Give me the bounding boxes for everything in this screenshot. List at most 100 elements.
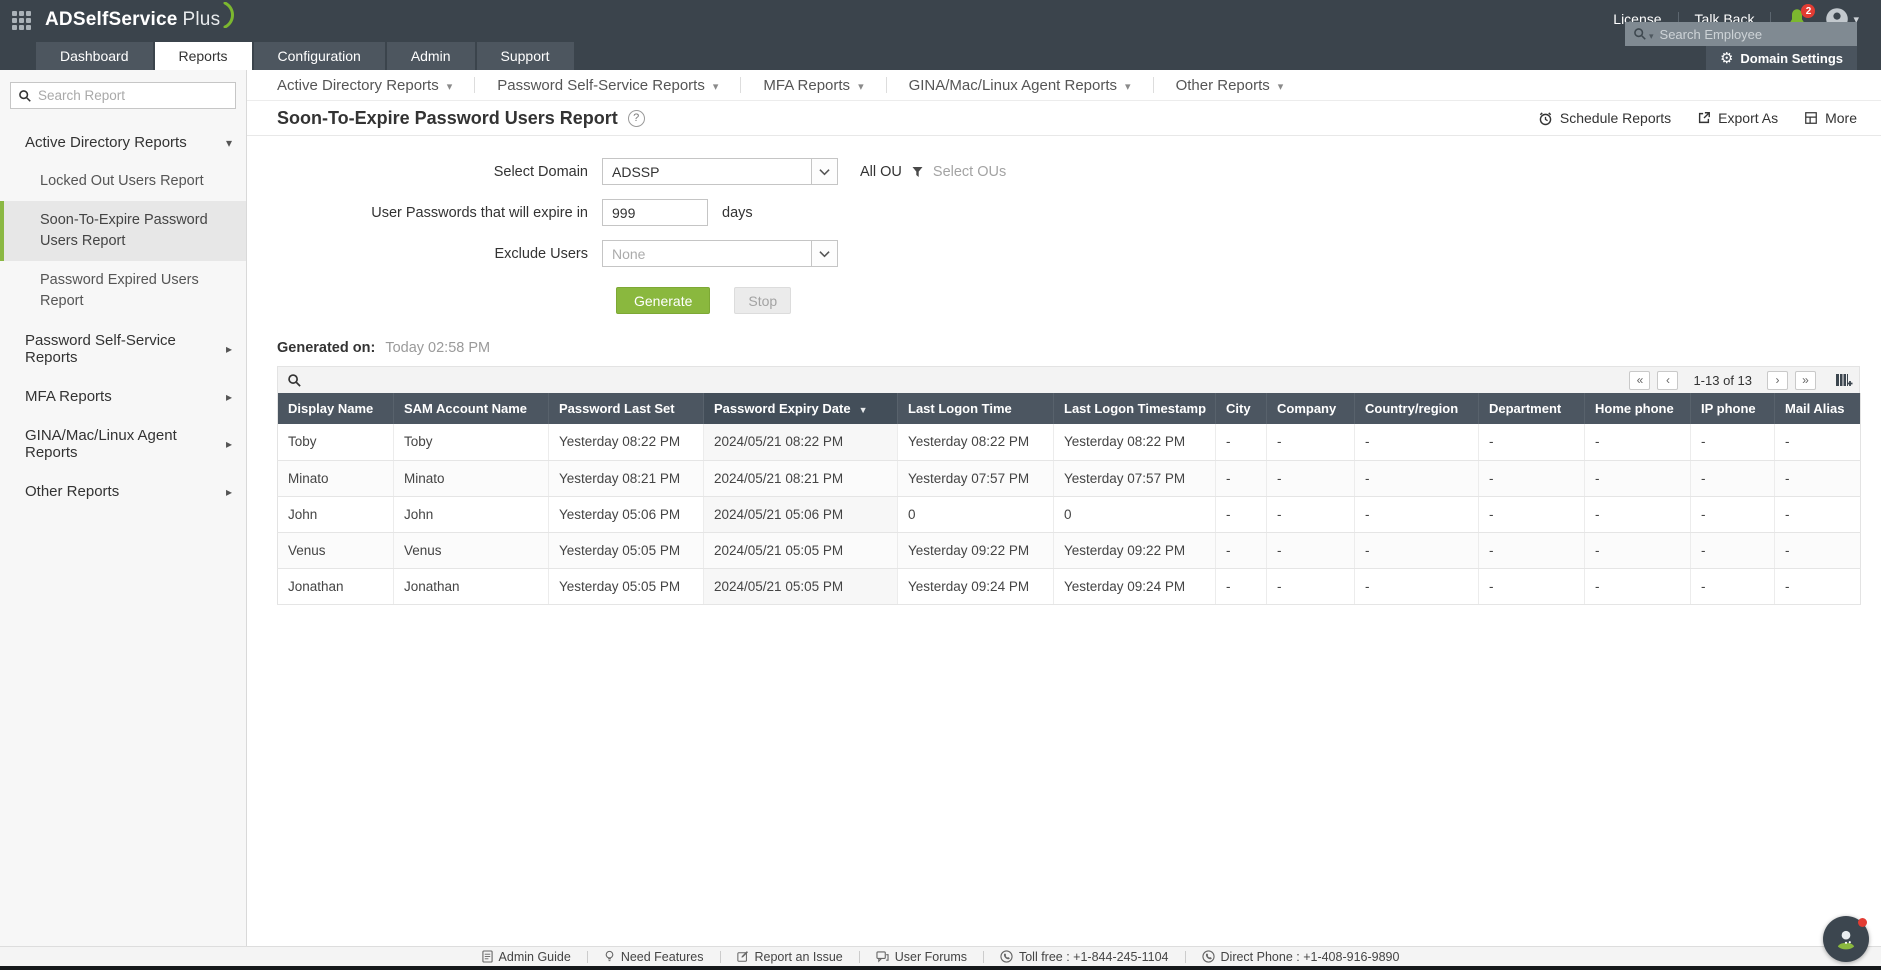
report-nav-label: Other Reports — [1176, 77, 1270, 94]
column-header-home-phone[interactable]: Home phone — [1585, 393, 1691, 424]
column-header-display-name[interactable]: Display Name — [278, 393, 394, 424]
table-cell: 2024/05/21 05:05 PM — [704, 568, 898, 604]
table-cell: Yesterday 08:22 PM — [898, 424, 1054, 460]
table-cell: - — [1216, 460, 1267, 496]
tab-support[interactable]: Support — [477, 42, 574, 70]
table-cell: - — [1267, 568, 1355, 604]
sidebar-item-password-expired-users-report[interactable]: Password Expired Users Report — [0, 261, 246, 321]
table-cell: Minato — [394, 460, 549, 496]
table-cell: - — [1479, 460, 1585, 496]
generated-on-label: Generated on: — [277, 340, 375, 356]
search-icon — [18, 89, 32, 103]
column-header-sam-account-name[interactable]: SAM Account Name — [394, 393, 549, 424]
chevron-down-icon[interactable] — [811, 159, 837, 184]
tab-dashboard[interactable]: Dashboard — [36, 42, 153, 70]
table-cell: - — [1691, 568, 1775, 604]
all-ou-label: All OU — [860, 164, 902, 180]
report-nav-gina-mac-linux-agent-reports[interactable]: GINA/Mac/Linux Agent Reports▾ — [887, 77, 1153, 94]
column-header-password-last-set[interactable]: Password Last Set — [549, 393, 704, 424]
report-search-input[interactable] — [38, 88, 228, 103]
support-chat-button[interactable] — [1823, 916, 1869, 962]
select-ous-link[interactable]: Select OUs — [933, 164, 1006, 180]
page-title: Soon-To-Expire Password Users Report — [277, 108, 618, 129]
column-header-label: Password Last Set — [559, 401, 675, 416]
footer-link-toll-free-1-844-245-1104[interactable]: Toll free : +1-844-245-1104 — [984, 950, 1185, 964]
table-row[interactable]: TobyTobyYesterday 08:22 PM2024/05/21 08:… — [278, 424, 1861, 460]
more-button[interactable]: More — [1804, 110, 1857, 126]
sidebar-item-soon-to-expire-password-users-report[interactable]: Soon-To-Expire Password Users Report — [0, 201, 246, 261]
sidebar-section-other-reports[interactable]: Other Reports▸ — [0, 472, 246, 511]
table-cell: - — [1355, 496, 1479, 532]
expire-days-label: User Passwords that will expire in — [247, 205, 602, 221]
chevron-down-icon[interactable] — [811, 241, 837, 266]
table-cell: Yesterday 05:05 PM — [549, 568, 704, 604]
table-row[interactable]: JonathanJonathanYesterday 05:05 PM2024/0… — [278, 568, 1861, 604]
stop-button[interactable]: Stop — [734, 287, 791, 314]
first-page-button[interactable]: « — [1629, 371, 1650, 390]
domain-select[interactable]: ADSSP — [602, 158, 838, 185]
report-nav-password-self-service-reports[interactable]: Password Self-Service Reports▾ — [475, 77, 740, 94]
exclude-users-value: None — [603, 241, 811, 266]
search-icon — [1633, 27, 1647, 41]
table-row[interactable]: JohnJohnYesterday 05:06 PM2024/05/21 05:… — [278, 496, 1861, 532]
column-header-last-logon-time[interactable]: Last Logon Time — [898, 393, 1054, 424]
tab-reports[interactable]: Reports — [155, 42, 252, 70]
column-header-last-logon-timestamp[interactable]: Last Logon Timestamp — [1054, 393, 1216, 424]
alarm-clock-icon — [1538, 111, 1553, 126]
more-grid-icon — [1804, 111, 1818, 125]
table-cell: - — [1479, 532, 1585, 568]
schedule-reports-button[interactable]: Schedule Reports — [1538, 110, 1671, 126]
export-as-button[interactable]: Export As — [1697, 110, 1778, 126]
sidebar-item-locked-out-users-report[interactable]: Locked Out Users Report — [0, 162, 246, 201]
add-remove-columns-icon[interactable] — [1835, 372, 1853, 388]
sidebar-section-password-self-service-reports[interactable]: Password Self-Service Reports▸ — [0, 321, 246, 377]
report-nav-mfa-reports[interactable]: MFA Reports▾ — [741, 77, 885, 94]
footer-link-label: Direct Phone : +1-408-916-9890 — [1221, 950, 1400, 964]
employee-search-input[interactable] — [1660, 27, 1849, 42]
sidebar-section-gina-mac-linux-agent-reports[interactable]: GINA/Mac/Linux Agent Reports▸ — [0, 416, 246, 472]
column-header-department[interactable]: Department — [1479, 393, 1585, 424]
tab-configuration[interactable]: Configuration — [254, 42, 385, 70]
generate-button[interactable]: Generate — [616, 287, 710, 314]
expire-days-input[interactable] — [602, 199, 708, 226]
prev-page-button[interactable]: ‹ — [1657, 371, 1678, 390]
table-cell: - — [1267, 460, 1355, 496]
app-grid-icon[interactable] — [12, 11, 31, 30]
ou-filter-icon[interactable] — [911, 166, 924, 178]
table-cell: - — [1355, 568, 1479, 604]
report-nav-active-directory-reports[interactable]: Active Directory Reports▾ — [277, 77, 474, 94]
sidebar-section-label: Other Reports — [25, 483, 119, 500]
help-icon[interactable]: ? — [628, 110, 645, 127]
footer-link-need-features[interactable]: Need Features — [588, 950, 720, 964]
report-nav-other-reports[interactable]: Other Reports▾ — [1154, 77, 1306, 94]
footer-link-direct-phone-1-408-916-9890[interactable]: Direct Phone : +1-408-916-9890 — [1186, 950, 1416, 964]
chevron-down-icon[interactable]: ▾ — [1649, 31, 1654, 42]
next-page-button[interactable]: › — [1767, 371, 1788, 390]
column-header-ip-phone[interactable]: IP phone — [1691, 393, 1775, 424]
tab-admin[interactable]: Admin — [387, 42, 475, 70]
footer-link-admin-guide[interactable]: Admin Guide — [466, 950, 587, 964]
table-cell: Toby — [278, 424, 394, 460]
exclude-users-select[interactable]: None — [602, 240, 838, 267]
footer-links: Admin GuideNeed FeaturesReport an IssueU… — [0, 946, 1881, 966]
table-cell: Yesterday 05:05 PM — [549, 532, 704, 568]
footer-link-user-forums[interactable]: User Forums — [860, 950, 983, 964]
domain-settings-button[interactable]: ⚙ Domain Settings — [1706, 46, 1857, 70]
sidebar-section-mfa-reports[interactable]: MFA Reports▸ — [0, 377, 246, 416]
app-title: ADSelfServicePlus — [45, 9, 220, 31]
last-page-button[interactable]: » — [1795, 371, 1816, 390]
column-header-company[interactable]: Company — [1267, 393, 1355, 424]
table-cell: 0 — [898, 496, 1054, 532]
table-cell: - — [1585, 496, 1691, 532]
sidebar-section-active-directory-reports[interactable]: Active Directory Reports▾ — [0, 123, 246, 162]
table-row[interactable]: MinatoMinatoYesterday 08:21 PM2024/05/21… — [278, 460, 1861, 496]
column-header-mail-alias[interactable]: Mail Alias — [1775, 393, 1861, 424]
table-row[interactable]: VenusVenusYesterday 05:05 PM2024/05/21 0… — [278, 532, 1861, 568]
chevron-down-icon: ▾ — [713, 80, 719, 93]
column-header-password-expiry-date[interactable]: Password Expiry Date▼ — [704, 393, 898, 424]
footer-link-report-an-issue[interactable]: Report an Issue — [721, 950, 859, 964]
content-area: Active Directory Reports▾Locked Out User… — [0, 70, 1881, 946]
column-header-country-region[interactable]: Country/region — [1355, 393, 1479, 424]
table-search-icon[interactable] — [287, 373, 302, 388]
column-header-city[interactable]: City — [1216, 393, 1267, 424]
